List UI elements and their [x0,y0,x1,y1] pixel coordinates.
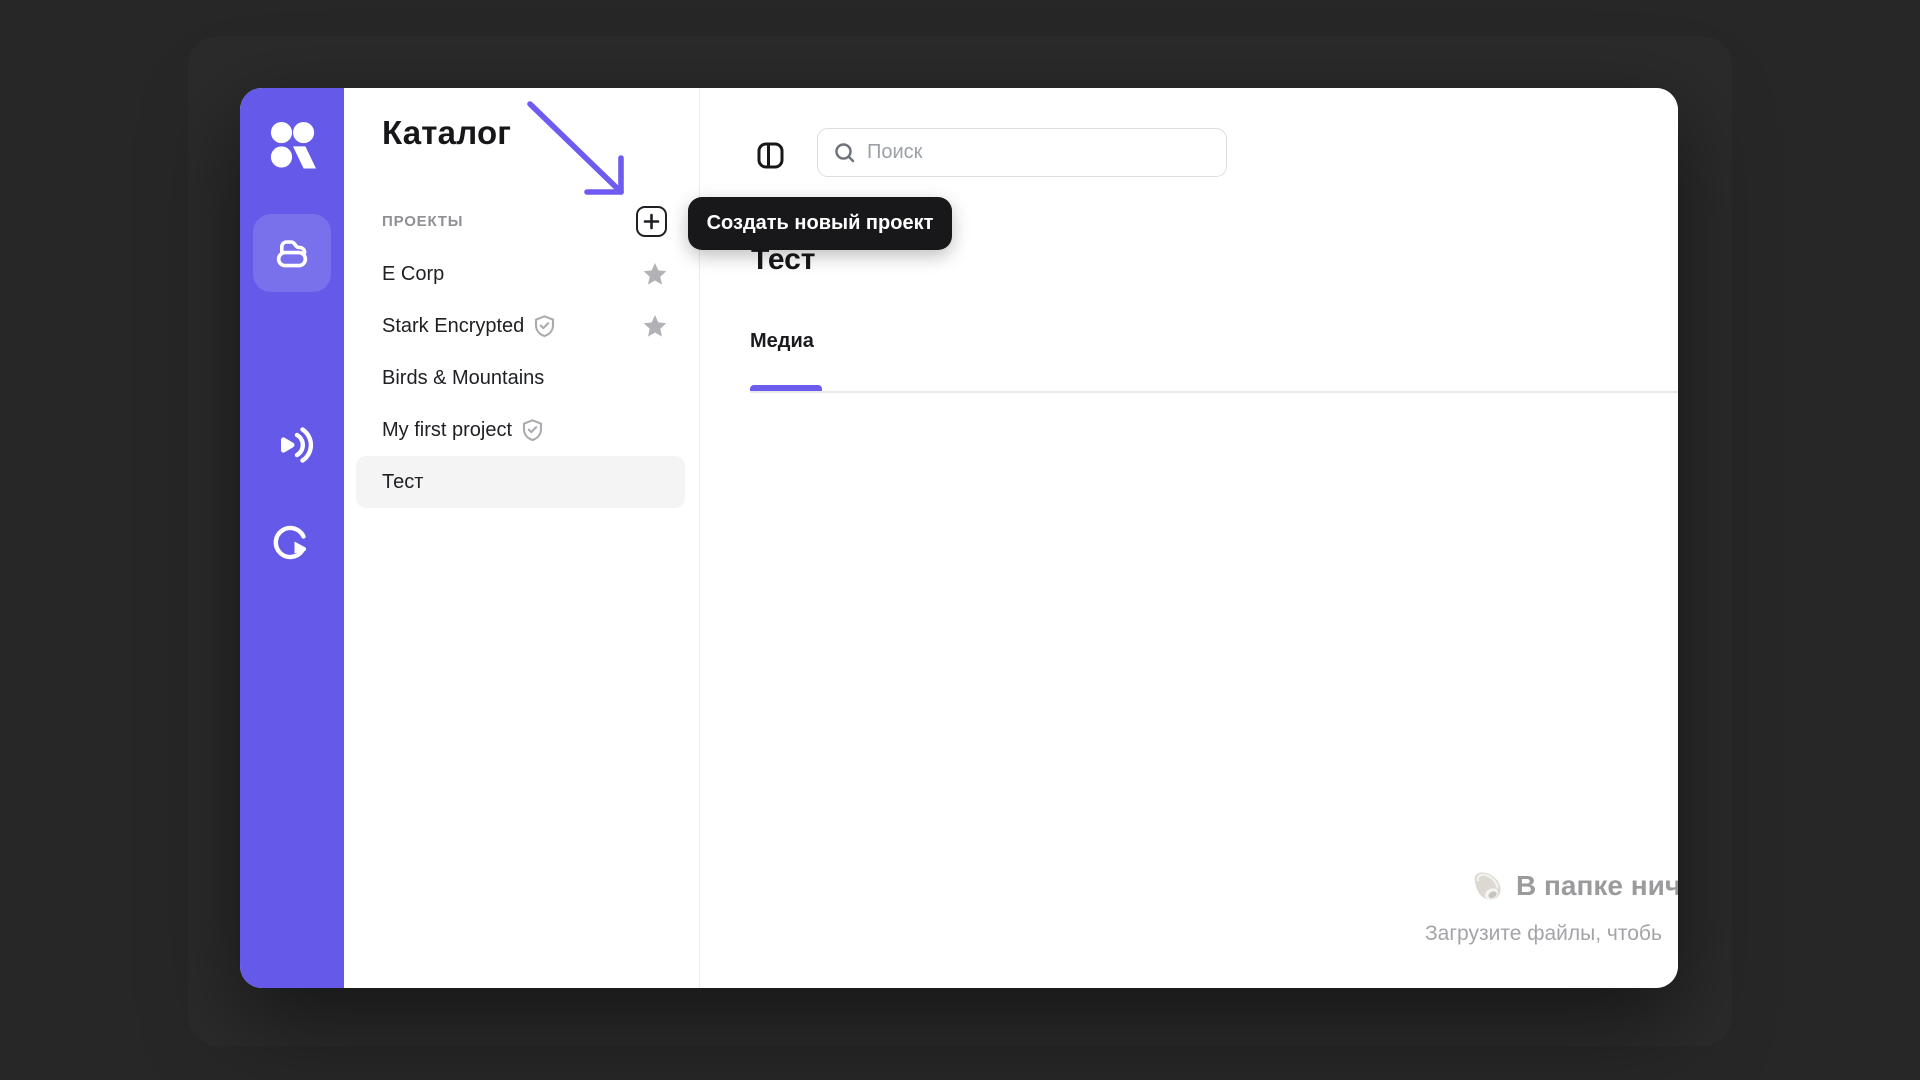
app-logo-icon [270,121,316,169]
search-icon [834,142,856,164]
panel-title: Каталог [382,114,511,152]
rail-item-projects[interactable] [253,214,331,292]
seashell-icon [1469,868,1505,904]
project-row[interactable]: Stark Encrypted [356,300,685,352]
project-row[interactable]: Birds & Mountains [356,352,685,404]
star-icon[interactable] [642,262,668,287]
plus-icon [643,213,660,230]
nav-rail [240,88,344,988]
project-name: Тест [382,471,423,494]
project-row[interactable]: Тест [356,456,685,508]
new-project-tooltip: Создать новый проект [688,197,952,250]
shield-check-icon [533,314,556,338]
project-row[interactable]: E Corp [356,248,685,300]
search-input[interactable] [867,141,1212,164]
project-name: Stark Encrypted [382,315,524,338]
rail-item-g-service[interactable] [253,502,331,580]
folder-open-icon [270,231,314,275]
empty-state-subtext: Загрузите файлы, чтобь [1425,922,1662,946]
empty-state-heading-text: В папке нич [1516,870,1678,902]
star-icon[interactable] [642,314,668,339]
desktop-background: Каталог ПРОЕКТЫ E Corp Stark Encrypted [0,0,1920,1080]
app-window: Каталог ПРОЕКТЫ E Corp Stark Encrypted [240,88,1678,988]
sidebar-toggle-button[interactable] [754,139,786,171]
panel-left-icon [756,141,785,170]
project-name: My first project [382,419,512,442]
shield-check-icon [521,418,544,442]
broadcast-play-icon [269,422,315,468]
catalog-panel: Каталог ПРОЕКТЫ E Corp Stark Encrypted [344,88,700,988]
tab-divider [750,391,1678,393]
empty-state-heading: В папке нич [1469,868,1678,904]
project-row[interactable]: My first project [356,404,685,456]
project-list: E Corp Stark Encrypted Birds & Mountains… [356,248,685,508]
project-name: E Corp [382,263,444,286]
add-project-button[interactable] [636,206,667,237]
project-name: Birds & Mountains [382,367,544,390]
search-box[interactable] [817,128,1227,177]
g-logo-icon [272,521,312,561]
projects-section-label: ПРОЕКТЫ [382,213,463,230]
tab-media[interactable]: Медиа [750,330,814,353]
rail-item-broadcast[interactable] [253,406,331,484]
